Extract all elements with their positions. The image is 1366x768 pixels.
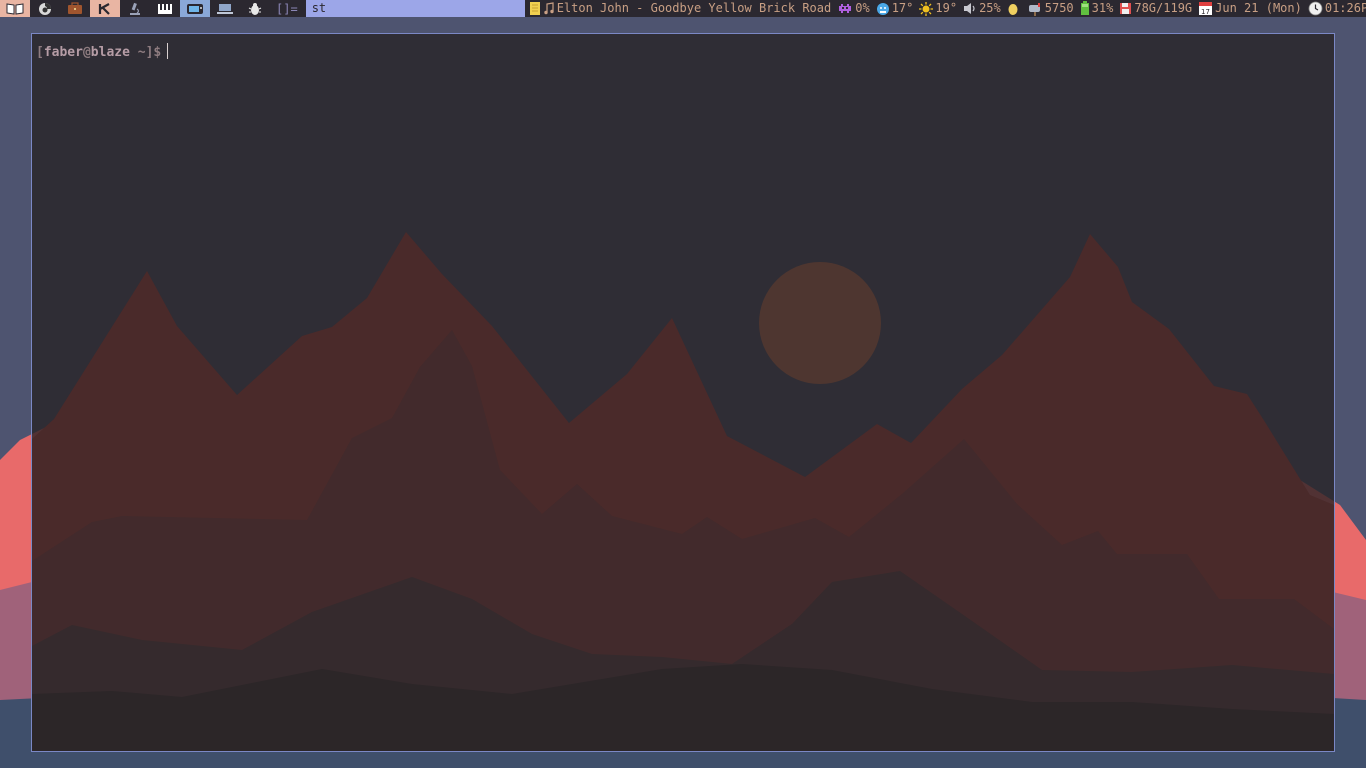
temperature-value: 17° — [891, 1, 914, 15]
tag-4[interactable] — [90, 0, 120, 17]
tag-6[interactable] — [150, 0, 180, 17]
tag-3[interactable] — [60, 0, 90, 17]
clock-module: 01:26PM — [1308, 0, 1366, 17]
clock-icon — [1308, 1, 1323, 16]
tag-8[interactable] — [210, 0, 240, 17]
bug-icon — [248, 2, 262, 15]
prompt-close: ]$ — [145, 45, 162, 60]
tag-2[interactable] — [30, 0, 60, 17]
space-invader-icon — [839, 3, 852, 13]
egg-icon — [1008, 3, 1018, 15]
crypto-module[interactable]: 5750 — [1027, 0, 1074, 17]
briefcase-icon — [68, 2, 82, 14]
temperature-module: 17° — [876, 0, 914, 17]
volume-value: 25% — [979, 1, 1001, 15]
tag-1[interactable] — [0, 0, 30, 17]
volume-module[interactable]: 25% — [963, 0, 1001, 17]
terminal-window[interactable]: [faber@blaze ~]$ — [31, 33, 1335, 752]
time-value: 01:26PM — [1324, 1, 1366, 15]
cpu-module: 0% — [837, 0, 870, 17]
cold-face-icon — [876, 2, 889, 15]
tag-5[interactable] — [120, 0, 150, 17]
calendar-icon: 17 — [1199, 2, 1213, 16]
piano-icon — [158, 3, 172, 14]
prompt-user: faber — [43, 45, 83, 60]
crypto-value: 5750 — [1044, 1, 1074, 15]
tv-icon — [187, 4, 203, 14]
battery-icon — [1080, 1, 1089, 15]
sun-icon — [919, 1, 934, 16]
battery-value: 31% — [1091, 1, 1114, 15]
egg-module — [1007, 2, 1021, 16]
microscope-icon — [130, 2, 140, 15]
floppy-disk-icon — [1120, 3, 1132, 14]
layout-indicator[interactable]: []= — [270, 2, 306, 16]
disk-module[interactable]: 78G/119G — [1119, 0, 1192, 17]
prompt-at: @ — [82, 45, 91, 60]
firefox-icon — [39, 2, 51, 15]
prompt-path: ~ — [129, 45, 146, 60]
disk-value: 78G/119G — [1134, 1, 1193, 15]
status-bar: []= st Elton John - Goodbye Yellow Brick… — [0, 0, 1366, 17]
battery-module: 31% — [1080, 0, 1114, 17]
book-icon — [6, 2, 24, 15]
notebook-icon — [529, 2, 540, 15]
terminal-background-art — [32, 232, 1334, 751]
krita-icon — [98, 2, 110, 15]
shell-prompt[interactable]: [faber@blaze ~]$ — [36, 43, 169, 60]
svg-text:17: 17 — [1201, 8, 1210, 16]
prompt-host: blaze — [90, 45, 130, 60]
prompt-open-bracket: [ — [36, 45, 44, 60]
date-module[interactable]: 17 Jun 21 (Mon) — [1198, 0, 1302, 17]
laptop-icon — [217, 4, 233, 14]
tag-9[interactable] — [240, 0, 270, 17]
music-track: Elton John - Goodbye Yellow Brick Road — [556, 1, 832, 15]
weather-module[interactable]: 19° — [919, 0, 957, 17]
status-modules: Elton John - Goodbye Yellow Brick Road 0… — [525, 0, 1366, 17]
window-title: st — [305, 0, 525, 17]
tag-7[interactable] — [180, 0, 210, 17]
music-module[interactable]: Elton John - Goodbye Yellow Brick Road — [529, 0, 832, 17]
cpu-usage: 0% — [855, 1, 870, 15]
music-note-icon — [543, 2, 554, 15]
speaker-icon — [964, 3, 975, 14]
weather-value: 19° — [935, 1, 958, 15]
text-cursor — [167, 43, 169, 59]
mailbox-icon — [1028, 2, 1040, 16]
date-value: Jun 21 (Mon) — [1215, 1, 1302, 15]
